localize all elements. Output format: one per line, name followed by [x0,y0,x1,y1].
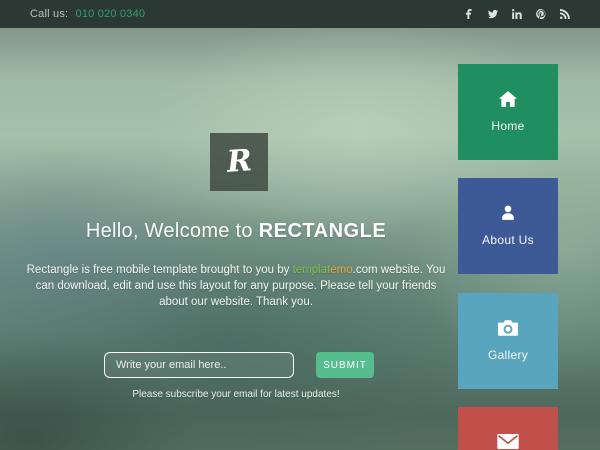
sidebar-item-contact[interactable] [458,407,558,450]
topbar: Call us: 010 020 0340 [0,0,600,28]
social-link-twitter[interactable] [487,9,498,20]
templatemo-link[interactable]: templatemo [293,264,353,276]
templatemo-link-orange: emo [330,264,352,276]
rss-icon [560,9,570,19]
description: Rectangle is free mobile template brough… [20,262,452,310]
sidebar-item-home[interactable]: Home [458,64,558,160]
camera-icon [498,320,518,336]
subscribe-note: Please subscribe your email for latest u… [0,389,472,400]
social-link-pinterest[interactable] [535,9,546,20]
logo-letter: R [226,146,253,178]
sidebar-item-label: Home [491,119,524,133]
call-us-label: Call us: [30,8,68,20]
logo: R [210,133,268,191]
linkedin-icon [512,9,522,19]
twitter-icon [488,9,498,19]
social-link-rss[interactable] [559,9,570,20]
person-icon [500,205,516,221]
sidebar-item-label: Gallery [488,348,528,362]
page-title: Hello, Welcome to RECTANGLE [0,220,472,243]
phone-number[interactable]: 010 020 0340 [76,8,146,20]
facebook-icon [464,9,474,19]
email-input[interactable] [104,352,294,378]
pinterest-icon [536,9,546,19]
home-icon [499,91,517,107]
social-link-facebook[interactable] [463,9,474,20]
envelope-icon [497,434,519,449]
templatemo-link-green: templat [293,264,331,276]
sidebar-item-about-us[interactable]: About Us [458,178,558,274]
social-links [463,9,570,20]
submit-button[interactable]: SUBMIT [316,352,374,378]
call-us: Call us: 010 020 0340 [30,8,145,20]
page: Call us: 010 020 0340 R Hello, Welcome t… [0,0,600,450]
sidebar-item-gallery[interactable]: Gallery [458,293,558,389]
heading-brand: RECTANGLE [259,220,386,242]
social-link-linkedin[interactable] [511,9,522,20]
sidebar-item-label: About Us [482,233,534,247]
heading-prefix: Hello, Welcome to [86,220,259,242]
description-text-before: Rectangle is free mobile template brough… [27,264,293,276]
